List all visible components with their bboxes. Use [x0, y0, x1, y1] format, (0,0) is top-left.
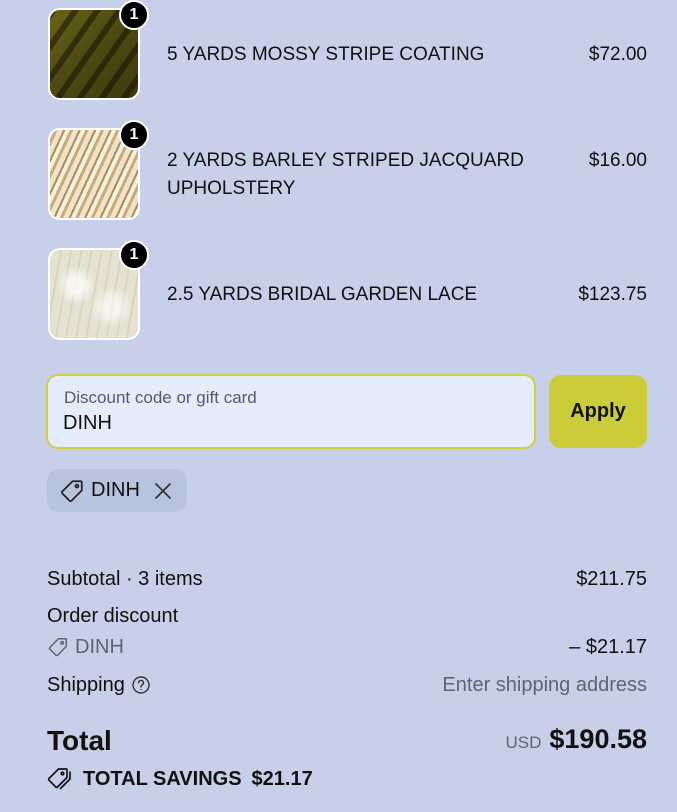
shipping-label: Shipping: [47, 674, 125, 696]
product-price: $123.75: [578, 284, 647, 305]
total-value-group: USD $190.58: [505, 726, 647, 756]
tag-icon: [48, 638, 67, 657]
product-name: 5 YARDS MOSSY STRIPE COATING: [167, 44, 485, 65]
discount-code-input[interactable]: [63, 412, 503, 435]
total-savings-row: TOTAL SAVINGS $21.17: [47, 766, 647, 792]
remove-discount-button[interactable]: [152, 480, 174, 502]
line-item: 1 2.5 YARDS BRIDAL GARDEN LACE $123.75: [48, 240, 647, 344]
order-discount-label: Order discount: [47, 605, 179, 627]
total-savings: TOTAL SAVINGS $21.17: [47, 766, 647, 792]
applied-code-label: DINH: [91, 479, 140, 501]
line-item: 1 5 YARDS MOSSY STRIPE COATING $72.00: [48, 0, 647, 104]
subtotal-row: Subtotal · 3 items $211.75: [47, 566, 647, 592]
order-discount-value: – $21.17: [569, 636, 647, 658]
product-name: 2 YARDS BARLEY STRIPED JACQUARD UPHOLSTE…: [167, 150, 524, 199]
order-discount-code: DINH: [47, 634, 647, 660]
tag-icon: [61, 479, 83, 502]
total-row: Total USD $190.58: [47, 724, 647, 758]
subtotal-value: $211.75: [576, 568, 647, 590]
applied-discount-chip: DINH: [47, 469, 187, 512]
close-icon: [154, 482, 171, 499]
discount-field-label: Discount code or gift card: [64, 388, 257, 407]
apply-discount-button[interactable]: Apply: [549, 375, 647, 448]
help-circle-icon[interactable]: [131, 675, 151, 695]
line-item: 1 2 YARDS BARLEY STRIPED JACQUARD UPHOLS…: [48, 120, 647, 224]
shipping-row: Shipping Enter shipping address: [47, 672, 647, 698]
total-label: Total: [47, 725, 112, 756]
product-price: $72.00: [588, 44, 647, 65]
quantity-badge: 1: [119, 0, 149, 30]
product-price: $16.00: [588, 150, 647, 171]
total-savings-value: $21.17: [251, 768, 313, 790]
quantity-badge: 1: [119, 120, 149, 150]
tags-icon: [47, 768, 71, 790]
subtotal-label: Subtotal · 3 items: [47, 568, 203, 590]
discount-code-field[interactable]: Discount code or gift card: [46, 374, 536, 449]
shipping-value: Enter shipping address: [442, 674, 647, 696]
total-value: $190.58: [549, 724, 647, 754]
total-savings-label: TOTAL SAVINGS: [83, 768, 242, 790]
order-discount-row: DINH – $21.17: [47, 634, 647, 660]
order-discount-label-row: Order discount: [47, 603, 647, 629]
line-items-list: 1 5 YARDS MOSSY STRIPE COATING $72.00 1 …: [48, 0, 647, 368]
quantity-badge: 1: [119, 240, 149, 270]
order-discount-code-label: DINH: [75, 636, 124, 658]
currency-code: USD: [505, 733, 542, 752]
product-name: 2.5 YARDS BRIDAL GARDEN LACE: [167, 284, 478, 305]
